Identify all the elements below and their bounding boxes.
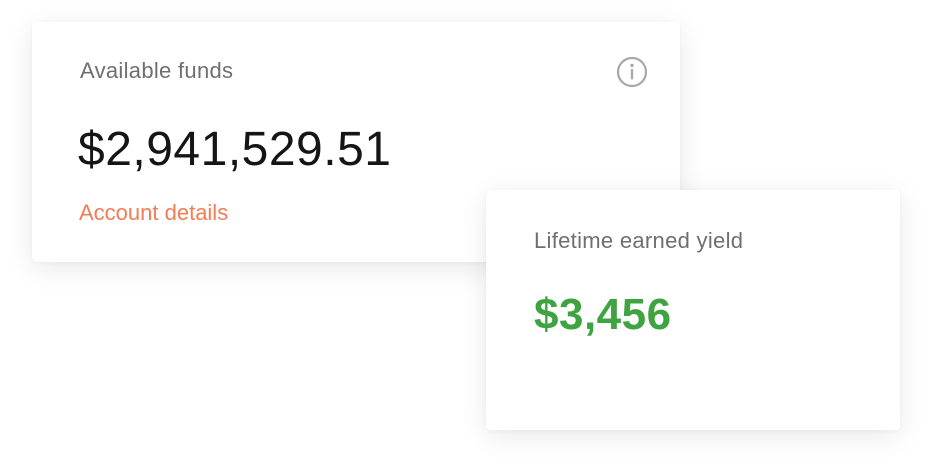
dashboard-stage: Available funds $2,941,529.51 Account de… xyxy=(0,0,930,470)
account-details-link[interactable]: Account details xyxy=(79,200,228,226)
lifetime-yield-label: Lifetime earned yield xyxy=(534,228,744,253)
available-funds-label: Available funds xyxy=(80,58,234,83)
info-icon[interactable] xyxy=(616,56,648,88)
available-funds-amount: $2,941,529.51 xyxy=(78,123,392,176)
lifetime-yield-card: Lifetime earned yield $3,456 xyxy=(486,190,900,430)
lifetime-yield-amount: $3,456 xyxy=(534,290,672,339)
